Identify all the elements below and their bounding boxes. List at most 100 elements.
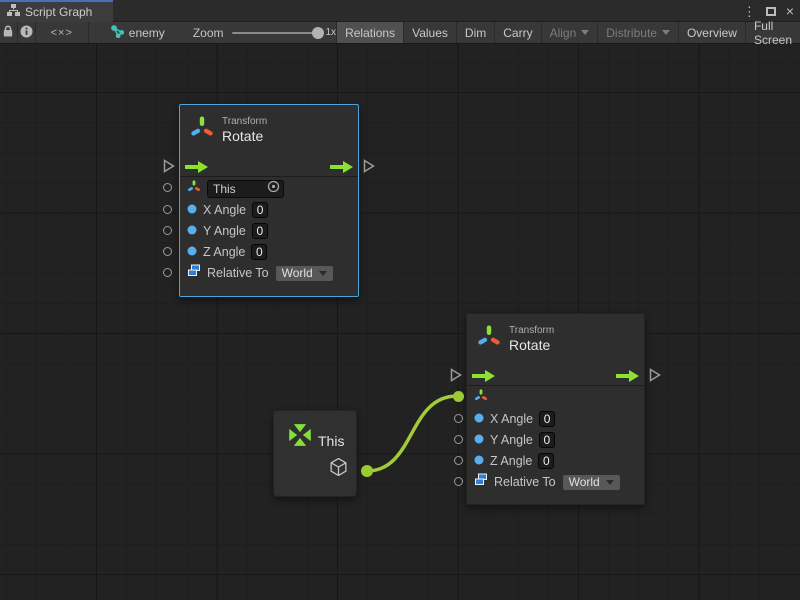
carry-button[interactable]: Carry (495, 22, 541, 43)
object-picker-icon[interactable] (267, 180, 280, 198)
distribute-button[interactable]: Distribute (598, 22, 679, 43)
node-divider (180, 176, 358, 177)
graph-name: enemy (129, 26, 165, 40)
values-button[interactable]: Values (404, 22, 457, 43)
float-dot-icon (187, 243, 197, 261)
tab-bar: Script Graph ⋮ × (0, 0, 800, 22)
y-angle-row: Y Angle 0 (474, 430, 637, 450)
float-dot-icon (474, 431, 484, 449)
dropdown-arrow-icon (606, 480, 614, 485)
overview-button[interactable]: Overview (679, 22, 746, 43)
toolbar-button-group: Relations Values Dim Carry Align Distrib… (336, 22, 800, 43)
transform-mini-icon (187, 179, 201, 199)
node-category: Transform (222, 116, 267, 127)
x-angle-port[interactable] (454, 414, 463, 423)
wire-layer (0, 44, 800, 600)
node-title: Rotate (509, 337, 554, 353)
this-output-port-connected[interactable] (361, 465, 373, 477)
x-angle-row: X Angle 0 (474, 409, 637, 429)
code-preview-button[interactable]: <×> (36, 22, 89, 43)
graph-breadcrumb[interactable]: enemy (111, 22, 165, 43)
align-button[interactable]: Align (542, 22, 599, 43)
tab-title: Script Graph (25, 5, 92, 19)
node-title: Rotate (222, 128, 267, 144)
float-dot-icon (187, 201, 197, 219)
lock-icon (2, 25, 14, 41)
z-angle-input[interactable]: 0 (251, 244, 267, 260)
zoom-value: 1x (326, 27, 337, 38)
zoom-slider-handle[interactable] (312, 27, 324, 39)
fullscreen-button[interactable]: Full Screen (746, 22, 800, 43)
relative-to-dropdown[interactable]: World (275, 265, 334, 282)
relations-button[interactable]: Relations (337, 22, 404, 43)
z-angle-port[interactable] (454, 456, 463, 465)
info-icon (20, 25, 33, 41)
node-category: Transform (509, 325, 554, 336)
node-header: Transform Rotate (180, 105, 358, 150)
x-angle-input[interactable]: 0 (539, 411, 555, 427)
y-angle-port[interactable] (454, 435, 463, 444)
z-angle-row: Z Angle 0 (474, 451, 637, 471)
z-angle-port[interactable] (163, 247, 172, 256)
flow-row (467, 369, 644, 381)
flow-output-port[interactable] (363, 159, 375, 178)
flow-output-port[interactable] (649, 368, 661, 387)
tab-script-graph[interactable]: Script Graph (0, 0, 113, 22)
graph-asset-icon (111, 25, 124, 41)
zoom-slider[interactable] (232, 32, 318, 34)
flow-input-port[interactable] (450, 368, 462, 387)
y-angle-row: Y Angle 0 (187, 221, 351, 241)
script-graph-icon (7, 3, 20, 21)
dim-button[interactable]: Dim (457, 22, 495, 43)
target-input-port-connected[interactable] (453, 391, 464, 402)
transform-icon (477, 323, 501, 355)
target-object-field[interactable]: This (207, 180, 284, 198)
y-angle-input[interactable]: 0 (539, 432, 555, 448)
close-icon[interactable]: × (786, 4, 794, 18)
zoom-control: Zoom 1x (193, 22, 336, 43)
inspect-button[interactable] (18, 22, 36, 43)
connection-wire[interactable] (367, 396, 457, 471)
z-angle-input[interactable]: 0 (538, 453, 554, 469)
target-object-value: This (213, 182, 236, 196)
node-rotate-1[interactable]: Transform Rotate This (179, 104, 359, 297)
transform-icon (190, 114, 214, 146)
code-brackets-icon: <×> (51, 27, 73, 39)
enum-icon (474, 473, 488, 491)
flow-row (180, 160, 358, 172)
dropdown-arrow-icon (581, 30, 589, 35)
relative-to-row: Relative To World (474, 472, 637, 492)
this-arrows-icon (284, 418, 316, 457)
flow-input-port[interactable] (163, 159, 175, 178)
relative-to-port[interactable] (454, 477, 463, 486)
node-rotate-2[interactable]: Transform Rotate X Angle 0 Y Angle (466, 313, 645, 505)
dropdown-arrow-icon (319, 271, 327, 276)
this-node-label: This (318, 433, 344, 449)
float-dot-icon (474, 452, 484, 470)
window-menu-icon[interactable]: ⋮ (743, 5, 756, 18)
y-angle-port[interactable] (163, 226, 172, 235)
relative-to-dropdown[interactable]: World (562, 474, 621, 491)
x-angle-row: X Angle 0 (187, 200, 351, 220)
relative-to-port[interactable] (163, 268, 172, 277)
node-header: Transform Rotate (467, 314, 644, 359)
relative-to-row: Relative To World (187, 263, 351, 283)
graph-canvas[interactable]: Transform Rotate This (0, 44, 800, 600)
x-angle-port[interactable] (163, 205, 172, 214)
maximize-icon[interactable] (766, 7, 776, 16)
lock-button[interactable] (0, 22, 18, 43)
dropdown-arrow-icon (662, 30, 670, 35)
z-angle-row: Z Angle 0 (187, 242, 351, 262)
enum-icon (187, 264, 201, 282)
float-dot-icon (474, 410, 484, 428)
x-angle-input[interactable]: 0 (252, 202, 268, 218)
target-input-port[interactable] (163, 183, 172, 192)
target-row (474, 388, 637, 408)
float-dot-icon (187, 222, 197, 240)
target-row: This (187, 179, 351, 199)
node-divider (467, 385, 644, 386)
graph-toolbar: <×> enemy Zoom 1x Relations Values Dim C… (0, 22, 800, 44)
node-this[interactable]: This (273, 410, 357, 497)
y-angle-input[interactable]: 0 (252, 223, 268, 239)
gameobject-cube-icon (329, 457, 348, 482)
